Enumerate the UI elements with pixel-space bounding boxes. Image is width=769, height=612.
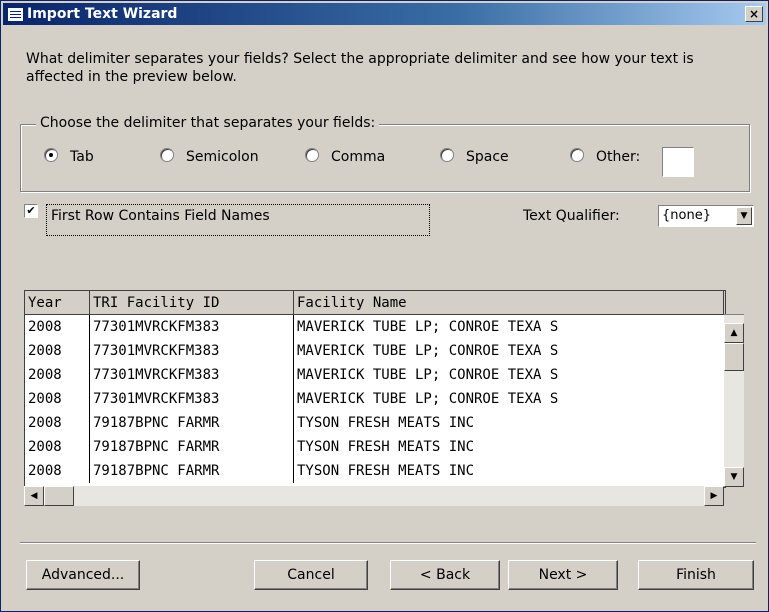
radio-space-label: Space xyxy=(466,149,509,165)
scroll-down-icon[interactable]: ▼ xyxy=(724,467,744,487)
cell-year: 2008 xyxy=(25,387,90,411)
preview-row: 2008 77301MVRCKFM383 MAVERICK TUBE LP; C… xyxy=(25,363,725,387)
cell-facility-id: 79187BPNC FARMR xyxy=(90,435,294,459)
column-header-facility-name[interactable]: Facility Name xyxy=(294,291,724,315)
cell-facility-name: TYSON FRESH MEATS INC xyxy=(297,439,475,455)
horizontal-scrollbar[interactable]: ◀ ▶ xyxy=(24,486,724,506)
scroll-up-icon[interactable]: ▲ xyxy=(724,323,744,343)
preview-row: 2008 79187BPNC FARMR TYSON FRESH MEATS I… xyxy=(25,459,725,483)
cell-facility-name: TYSON FRESH MEATS INC xyxy=(297,415,475,431)
first-row-label[interactable]: First Row Contains Field Names xyxy=(46,204,430,236)
preview-row: 2008 79187BPNC FARMR TYSON FRESH MEATS I… xyxy=(25,435,725,459)
cell-year: 2008 xyxy=(25,459,90,483)
radio-tab[interactable]: Tab xyxy=(44,148,94,165)
cell-facility-id: 77301MVRCKFM383 xyxy=(90,315,294,339)
radio-selected-icon xyxy=(44,148,58,162)
scroll-right-icon[interactable]: ▶ xyxy=(704,486,724,506)
scroll-left-icon[interactable]: ◀ xyxy=(24,486,44,506)
other-delimiter-input[interactable] xyxy=(662,147,694,177)
cell-facility-id: 77301MVRCKFM383 xyxy=(90,339,294,363)
cell-year: 2008 xyxy=(25,363,90,387)
preview-grid: Year TRI Facility ID Facility Name 2008 … xyxy=(24,290,726,488)
text-qualifier-label: Text Qualifier: xyxy=(523,208,620,224)
radio-comma[interactable]: Comma xyxy=(305,148,385,165)
finish-button[interactable]: Finish xyxy=(638,560,754,590)
radio-other-label: Other: xyxy=(596,149,641,165)
close-button[interactable]: × xyxy=(745,6,763,22)
column-header-facility-id[interactable]: TRI Facility ID xyxy=(90,291,294,315)
radio-icon xyxy=(160,148,174,162)
title-bar[interactable]: Import Text Wizard × xyxy=(3,3,766,25)
cell-facility-name: MAVERICK TUBE LP; CONROE TEXA S xyxy=(297,343,559,359)
cell-year: 2008 xyxy=(25,411,90,435)
cell-facility-name: MAVERICK TUBE LP; CONROE TEXA S xyxy=(297,391,559,407)
radio-other[interactable]: Other: xyxy=(570,148,640,165)
preview-header-row: Year TRI Facility ID Facility Name xyxy=(25,291,725,315)
delimiter-group-legend: Choose the delimiter that separates your… xyxy=(36,115,380,131)
window-title: Import Text Wizard xyxy=(27,6,178,22)
radio-icon xyxy=(440,148,454,162)
radio-comma-label: Comma xyxy=(331,149,386,165)
preview-row: 2008 77301MVRCKFM383 MAVERICK TUBE LP; C… xyxy=(25,387,725,411)
check-icon: ✔ xyxy=(26,204,36,217)
text-qualifier-select[interactable]: {none} ▼ xyxy=(658,205,754,227)
radio-semicolon[interactable]: Semicolon xyxy=(160,148,259,165)
next-button[interactable]: Next > xyxy=(508,560,618,590)
instructions-text: What delimiter separates your fields? Se… xyxy=(26,51,694,85)
cell-facility-id: 79187BPNC FARMR xyxy=(90,459,294,483)
radio-space[interactable]: Space xyxy=(440,148,509,165)
button-separator xyxy=(20,542,756,544)
cell-facility-name: MAVERICK TUBE LP; CONROE TEXA S xyxy=(297,367,559,383)
column-header-year[interactable]: Year xyxy=(25,291,90,315)
cell-year: 2008 xyxy=(25,315,90,339)
chevron-down-icon[interactable]: ▼ xyxy=(736,207,752,225)
radio-semicolon-label: Semicolon xyxy=(186,149,259,165)
cell-year: 2008 xyxy=(25,339,90,363)
advanced-button[interactable]: Advanced... xyxy=(26,560,140,590)
cancel-button[interactable]: Cancel xyxy=(254,560,368,590)
preview-row: 2008 79187BPNC FARMR TYSON FRESH MEATS I… xyxy=(25,411,725,435)
radio-tab-label: Tab xyxy=(70,149,94,165)
cell-year: 2008 xyxy=(25,435,90,459)
cell-facility-id: 77301MVRCKFM383 xyxy=(90,363,294,387)
back-button[interactable]: < Back xyxy=(390,560,500,590)
radio-icon xyxy=(305,148,319,162)
cell-facility-name: MAVERICK TUBE LP; CONROE TEXA S xyxy=(297,319,559,335)
cell-facility-id: 77301MVRCKFM383 xyxy=(90,387,294,411)
preview-row: 2008 77301MVRCKFM383 MAVERICK TUBE LP; C… xyxy=(25,315,725,339)
form-icon xyxy=(7,7,24,22)
vertical-scrollbar[interactable]: ▲ ▼ xyxy=(724,314,744,487)
first-row-checkbox[interactable]: ✔ xyxy=(24,204,38,218)
radio-icon xyxy=(570,148,584,162)
preview-row: 2008 77301MVRCKFM383 MAVERICK TUBE LP; C… xyxy=(25,339,725,363)
scroll-thumb[interactable] xyxy=(724,343,744,371)
text-qualifier-value: {none} xyxy=(662,208,711,223)
cell-facility-name: TYSON FRESH MEATS INC xyxy=(297,463,475,479)
scroll-thumb[interactable] xyxy=(44,486,74,506)
cell-facility-id: 79187BPNC FARMR xyxy=(90,411,294,435)
